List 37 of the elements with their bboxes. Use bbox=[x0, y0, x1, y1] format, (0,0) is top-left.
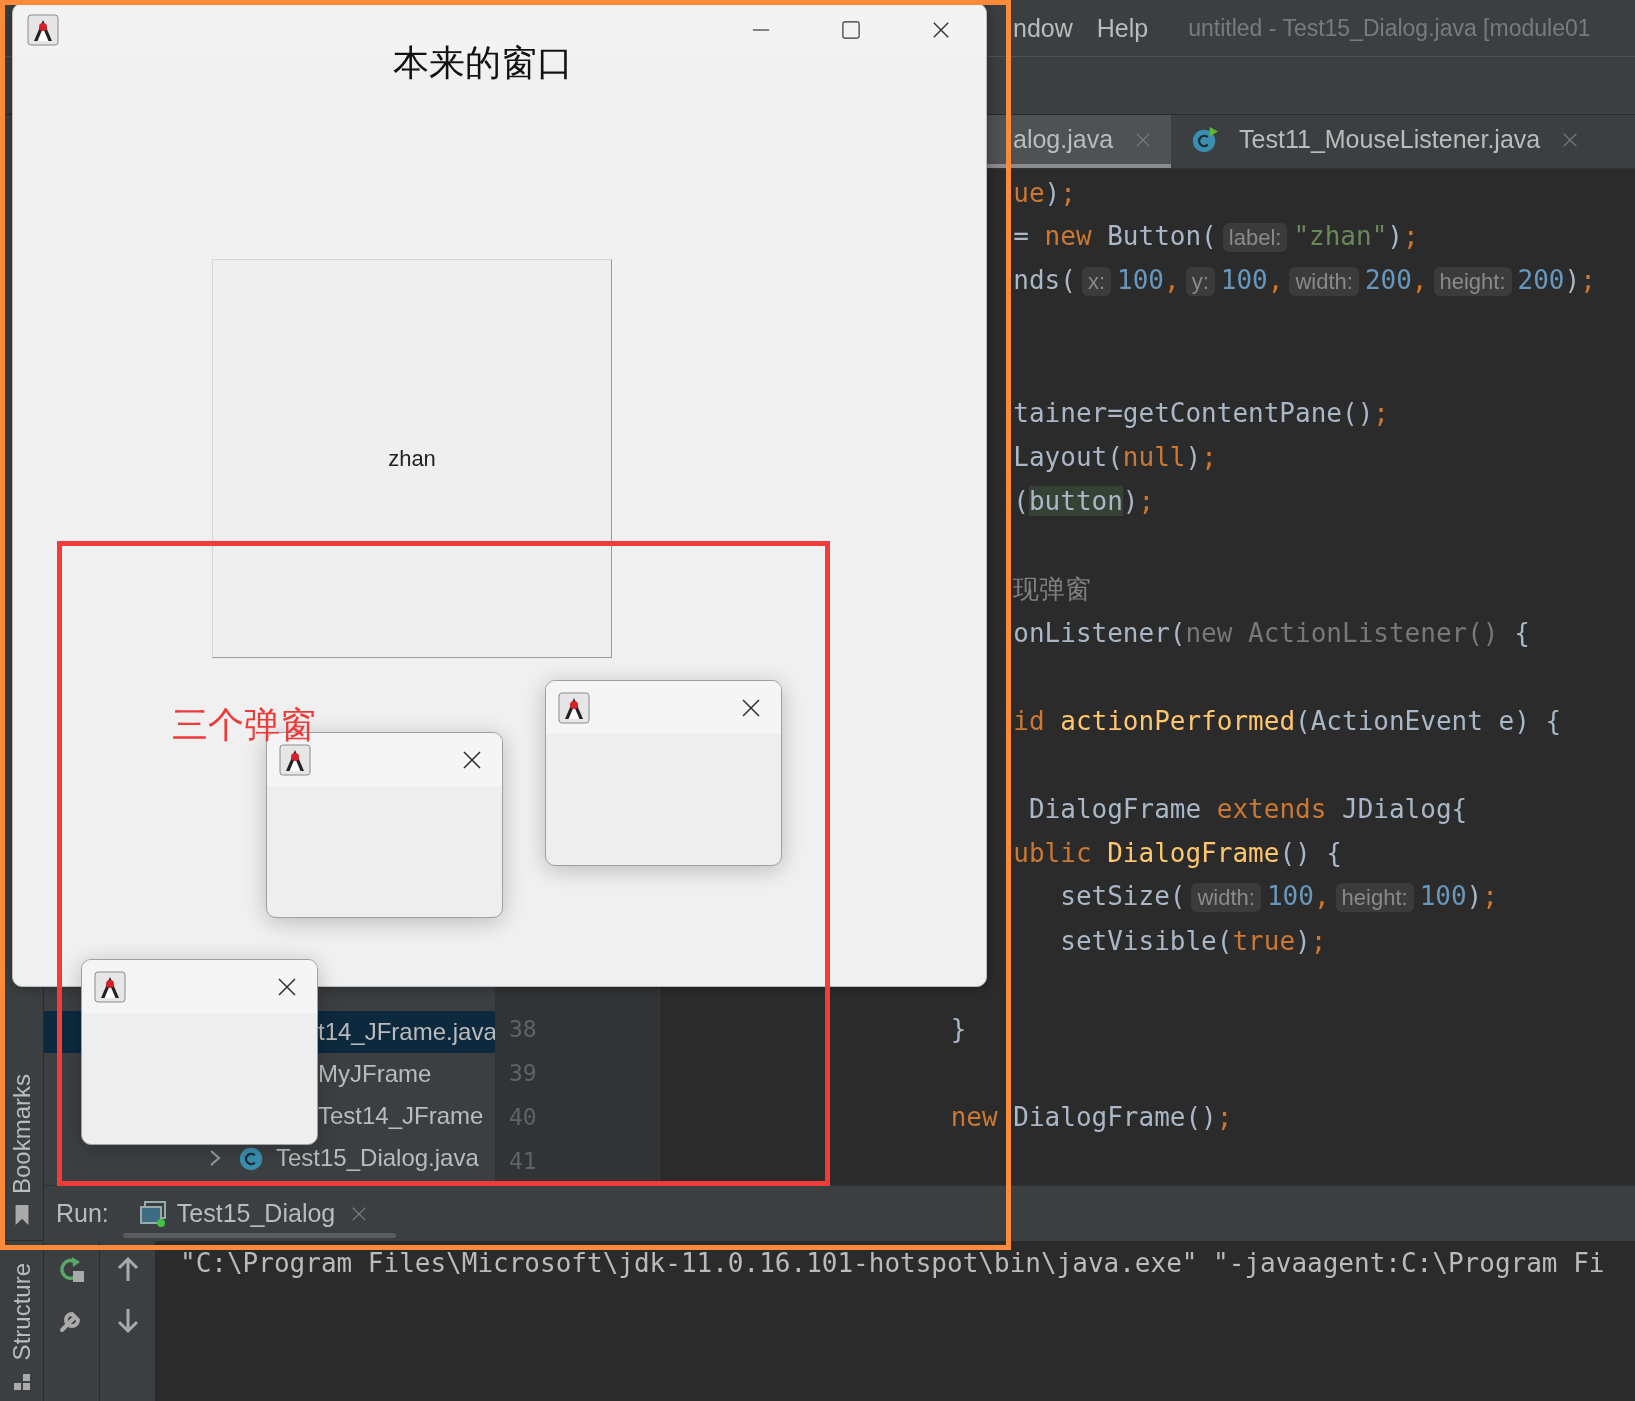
app-window-icon bbox=[138, 1199, 167, 1228]
code-line: new DialogFrame(); bbox=[949, 1101, 1233, 1134]
scrollbar[interactable] bbox=[123, 1233, 396, 1238]
tool-window-tab[interactable]: Bookmarks bbox=[7, 1073, 36, 1194]
editor-tab[interactable]: Test11_MouseListener.java bbox=[1171, 115, 1599, 168]
close-icon[interactable] bbox=[462, 749, 482, 770]
menu-item[interactable]: ndow bbox=[1013, 13, 1073, 43]
close-icon[interactable] bbox=[277, 976, 297, 997]
java-duke-icon bbox=[558, 691, 590, 724]
close-icon[interactable] bbox=[741, 697, 761, 718]
window-title: untitled - Test15_Dialog.java [module01 bbox=[1188, 14, 1591, 42]
code-line: DialogFrame extends JDialog{ bbox=[1027, 793, 1468, 826]
menu-item[interactable]: Help bbox=[1096, 13, 1149, 43]
console-output: "C:\Program Files\Microsoft\jdk-11.0.16.101-hotspot\bin\java.exe" "-javaagent:C:\Program Fi bbox=[180, 1247, 1605, 1280]
tree-item[interactable]: Test15_Dialog.java bbox=[44, 1137, 495, 1179]
run-tab[interactable]: Test15_Dialog bbox=[138, 1199, 368, 1228]
java-duke-icon bbox=[279, 743, 311, 776]
zhan-button[interactable]: zhan bbox=[212, 259, 612, 658]
code-line: ue); bbox=[1012, 177, 1076, 210]
code-line: Layout(null); bbox=[1012, 441, 1217, 474]
code-line: id actionPerformed(ActionEvent e) { bbox=[1012, 705, 1562, 738]
code-line: tainer=getContentPane(); bbox=[1012, 397, 1389, 430]
code-line: onListener(new ActionListener() { bbox=[1012, 617, 1530, 650]
code-line: } bbox=[949, 1013, 967, 1046]
java-duke-icon bbox=[27, 14, 59, 46]
window-heading: 本来的窗口 bbox=[393, 42, 573, 84]
code-line: 现弹窗 bbox=[1012, 573, 1092, 606]
java-duke-icon bbox=[94, 970, 126, 1003]
annotation-label: 三个弹窗 bbox=[172, 706, 316, 744]
run-label: Run: bbox=[56, 1199, 109, 1228]
code-line: setVisible(true); bbox=[1059, 925, 1327, 958]
code-line: ublic DialogFrame() { bbox=[1012, 837, 1342, 870]
editor-tab[interactable]: alog.java bbox=[987, 115, 1172, 168]
tool-window-tab[interactable]: Structure bbox=[7, 1263, 36, 1361]
runnable-class-icon bbox=[1191, 125, 1220, 154]
chevron-icon[interactable] bbox=[208, 1148, 222, 1168]
rerun-icon[interactable] bbox=[57, 1256, 86, 1284]
